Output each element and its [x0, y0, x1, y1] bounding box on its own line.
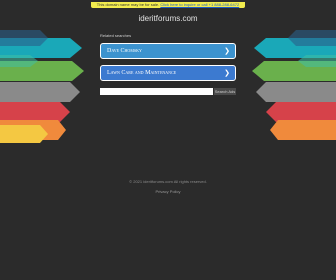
sale-inquiry-link[interactable]: Click here to inquire or call +1 888-288…: [160, 2, 239, 7]
domain-title: ideritforums.com: [138, 14, 198, 23]
accent-left-1: [0, 30, 48, 46]
arrow-left-red: [0, 102, 70, 122]
decorative-arrows: [0, 30, 336, 143]
arrow-right-gray: [256, 82, 336, 102]
accent-left-3: [0, 125, 48, 143]
related-link-label: Lawn Care and Maintenance: [107, 70, 177, 76]
related-searches-label: Related searches: [100, 33, 132, 38]
related-link-dave-chomsky[interactable]: Dave Chomsky ❯: [100, 43, 236, 59]
search-input[interactable]: [100, 88, 213, 95]
accent-right-1: [288, 30, 336, 46]
sale-notice-bar: This domain name may be for sale. Click …: [0, 0, 336, 10]
copyright-text: © 2021 ideritforums.com All rights reser…: [129, 179, 207, 184]
related-link-lawn-care[interactable]: Lawn Care and Maintenance ❯: [100, 65, 236, 81]
accent-left-2: [0, 55, 38, 67]
privacy-policy-link[interactable]: Privacy Policy: [0, 189, 336, 194]
search-form: Search Ads: [100, 88, 236, 95]
sale-notice-text: This domain name may be for sale.: [96, 2, 161, 7]
chevron-right-icon: ❯: [224, 47, 230, 55]
accent-right-2: [298, 55, 336, 67]
arrow-left-gray: [0, 82, 80, 102]
sale-notice: This domain name may be for sale. Click …: [90, 2, 246, 8]
chevron-right-icon: ❯: [224, 69, 230, 77]
related-link-label: Dave Chomsky: [107, 48, 142, 54]
arrow-right-red: [266, 102, 336, 122]
right-arrows: [252, 38, 336, 140]
search-button[interactable]: Search Ads: [214, 88, 236, 95]
